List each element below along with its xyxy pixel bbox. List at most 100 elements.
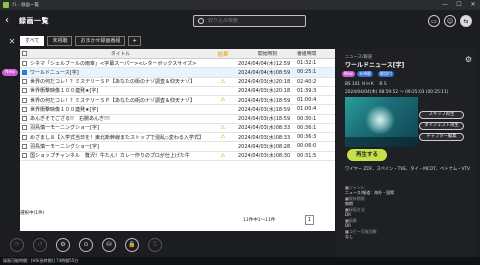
table-row[interactable]: シネマ「シェルブールの雨傘」<字幕スーパー><レターボックスサイズ> 2024/0… <box>20 59 335 69</box>
commentary-badge: 解説付 <box>378 71 394 77</box>
row-checkbox-cell[interactable] <box>20 106 28 112</box>
col-length[interactable]: 番組時間 <box>297 50 327 57</box>
row-checkbox[interactable] <box>21 97 27 103</box>
row-checkbox-cell[interactable] <box>20 88 28 94</box>
table-row[interactable]: めざまし８【入学式当日を！東北新幹線またストップで混乱◇変わる入学式】 ⚠ 2024… <box>20 133 335 143</box>
row-result: ⚠ <box>220 97 226 104</box>
row-length: 00:25:1 <box>297 69 317 76</box>
detail-panel: ニュース/報道 ワールドニュース[字] ⚙ New 未視聴 解説付 BS 101… <box>337 49 475 259</box>
digest-play-button[interactable]: ダイジェスト再生 <box>419 122 464 130</box>
unwatched-badge: 未視聴 <box>357 71 373 77</box>
disk-icon[interactable]: ⛁ <box>102 238 116 252</box>
meta-value: 無期 <box>345 201 353 206</box>
minimize-button[interactable]: — <box>438 0 452 10</box>
table-row[interactable]: 世界衝撃映像１００連発★[字] 2024/04/03(水)20:18 01:39:3 <box>20 87 335 96</box>
row-start: 2024/04/04(木)12:59 <box>238 60 291 67</box>
undo-icon[interactable]: ↺ <box>33 238 47 252</box>
row-checkbox[interactable] <box>21 134 27 140</box>
meta-item: ■ジャンル ニュース/報道：海外・国際 <box>345 185 394 195</box>
row-start: 2024/04/03(水)08:30 <box>238 153 291 160</box>
row-checkbox[interactable] <box>21 69 27 75</box>
row-checkbox[interactable] <box>21 88 27 94</box>
gear-icon[interactable]: ⚙ <box>465 55 472 64</box>
row-checkbox[interactable] <box>21 125 27 131</box>
row-checkbox-cell[interactable] <box>20 153 28 159</box>
row-title: 世界の何だコレ！？ミステリーＳＰ【あなたの街のナゾ調査＆仰天ナゾ】 <box>30 97 196 104</box>
row-checkbox[interactable] <box>21 116 27 122</box>
row-checkbox-cell[interactable] <box>20 69 28 75</box>
row-title: 世界衝撃映像１００連発★[字] <box>30 106 99 113</box>
row-length: 01:00:4 <box>297 97 317 104</box>
row-title: めざまし８【入学式当日を！東北新幹線またストップで混乱◇変わる入学式】 <box>30 134 204 141</box>
row-checkbox-cell[interactable] <box>20 134 28 140</box>
meta-value: なし <box>345 234 353 239</box>
row-start: 2024/04/03(水)18:59 <box>238 116 291 123</box>
skip-play-button[interactable]: スキップ再生 <box>419 111 464 119</box>
refresh-icon[interactable]: ⟳ <box>10 238 24 252</box>
close-tabs-icon[interactable]: ✕ <box>7 37 17 46</box>
table-header: タイトル 結果 開始時刻 番組時間 <box>20 49 335 59</box>
row-checkbox-cell[interactable] <box>20 125 28 131</box>
table-row[interactable]: 世界衝撃映像１００連発★[字] 2024/04/03(水)18:59 01:00:4 <box>20 105 335 115</box>
page-number[interactable]: 1 <box>305 215 314 225</box>
row-checkbox[interactable] <box>21 143 27 149</box>
selected-count: 選択中(1件) <box>20 211 45 216</box>
row-title: 世界衝撃映像１００連発★[字] <box>30 88 99 95</box>
maximize-button[interactable]: ☐ <box>452 0 466 10</box>
table-row[interactable]: 国ショップチャンネル 贅沢！牛たん！カレー作りのプロが仕上げた牛 ⚠ 2024/04… <box>20 152 335 161</box>
row-checkbox-cell[interactable] <box>20 79 28 85</box>
close-window-button[interactable]: ✕ <box>466 0 480 10</box>
tab-unwatched[interactable]: 未視聴 <box>47 36 73 46</box>
select-all-checkbox[interactable] <box>21 51 27 56</box>
table-row[interactable]: あんぎそでござる!! 右腕あんぎ!!! 2024/04/03(水)18:59 00:… <box>20 115 335 124</box>
pager-text: 11件中1〜11件 <box>243 218 276 223</box>
tab-all[interactable]: すべて <box>20 36 45 46</box>
table-row[interactable]: New ワールドニュース[字] 2024/04/04(木)08:59 00:25:1 <box>2 68 335 78</box>
target-icon[interactable]: ⊙ <box>79 238 93 252</box>
row-checkbox-cell[interactable] <box>20 143 28 149</box>
row-title: あんぎそでござる!! 右腕あんぎ!!! <box>30 116 111 123</box>
status-bar: 録画可能時間：[HS(長時間)] 74時間55分 <box>0 257 480 265</box>
table-row[interactable]: 羽鳥慎一モーニングショー[字] 2024/04/03(水)08:28 00:06:0 <box>20 142 335 152</box>
row-checkbox[interactable] <box>21 79 27 85</box>
key-icon[interactable]: ⚿ <box>148 238 162 252</box>
col-result[interactable]: 結果 <box>211 50 235 58</box>
row-checkbox-cell[interactable] <box>20 97 28 103</box>
add-tab-button[interactable]: + <box>128 36 141 46</box>
lock-icon[interactable]: 🔒 <box>125 238 139 252</box>
row-start: 2024/04/03(水)20:18 <box>238 88 291 95</box>
page-title: 録画一覧 <box>19 17 49 25</box>
toggle-icon[interactable]: ⇆ <box>460 15 472 27</box>
search-icon <box>198 18 204 24</box>
back-icon[interactable]: ‹ <box>5 15 13 27</box>
tv-icon[interactable]: ▭ <box>428 15 440 27</box>
row-title: 羽鳥慎一モーニングショー[字] <box>30 125 99 132</box>
row-checkbox[interactable] <box>21 60 27 66</box>
col-title[interactable]: タイトル <box>28 50 211 57</box>
person-icon[interactable]: ☺ <box>444 15 456 27</box>
play-button[interactable]: 再生する <box>347 149 387 161</box>
title-bar: ﾅｽ - 録画一覧 — ☐ ✕ <box>0 0 480 10</box>
thumbnail[interactable] <box>345 97 418 147</box>
header-checkbox-cell[interactable] <box>20 51 28 56</box>
table-row[interactable]: 羽鳥慎一モーニングショー[字] ⚠ 2024/04/03(水)08:33 00:36:… <box>20 124 335 133</box>
search-input[interactable] <box>208 18 303 24</box>
bottom-toolbar: ⟳ ↺ ⚙ ⊙ ⛁ 🔒 ⚿ <box>0 236 330 254</box>
row-checkbox-cell[interactable] <box>20 60 28 66</box>
col-start[interactable]: 開始時刻 <box>235 50 297 57</box>
detail-airtime: 2024/04/04(木) 08:59:52 〜 09:25:03 (00:25… <box>345 90 449 95</box>
detail-channel: BS 101 ＮＨＫ ＢＳ <box>345 82 388 87</box>
settings-icon[interactable]: ⚙ <box>56 238 70 252</box>
row-checkbox-cell[interactable] <box>20 116 28 122</box>
chapter-edit-button[interactable]: チャプター編集 <box>419 133 464 141</box>
table-row[interactable]: 世界の何だコレ！？ミステリーＳＰ【あなたの街のナゾ調査＆仰天ナゾ】 ⚠ 2024/0… <box>20 78 335 87</box>
tab-auto-recorded[interactable]: おまかせ録画番組 <box>75 36 126 46</box>
row-checkbox[interactable] <box>21 106 27 112</box>
row-start: 2024/04/04(木)08:59 <box>238 69 291 76</box>
meta-item: ■コピー可能回数 なし <box>345 229 377 239</box>
new-badge: New <box>2 69 18 77</box>
row-start: 2024/04/03(水)20:18 <box>238 79 291 86</box>
search-box[interactable] <box>193 15 306 27</box>
row-checkbox[interactable] <box>21 153 27 159</box>
table-row[interactable]: 世界の何だコレ！？ミステリーＳＰ【あなたの街のナゾ調査＆仰天ナゾ】 ⚠ 2024/0… <box>20 96 335 106</box>
